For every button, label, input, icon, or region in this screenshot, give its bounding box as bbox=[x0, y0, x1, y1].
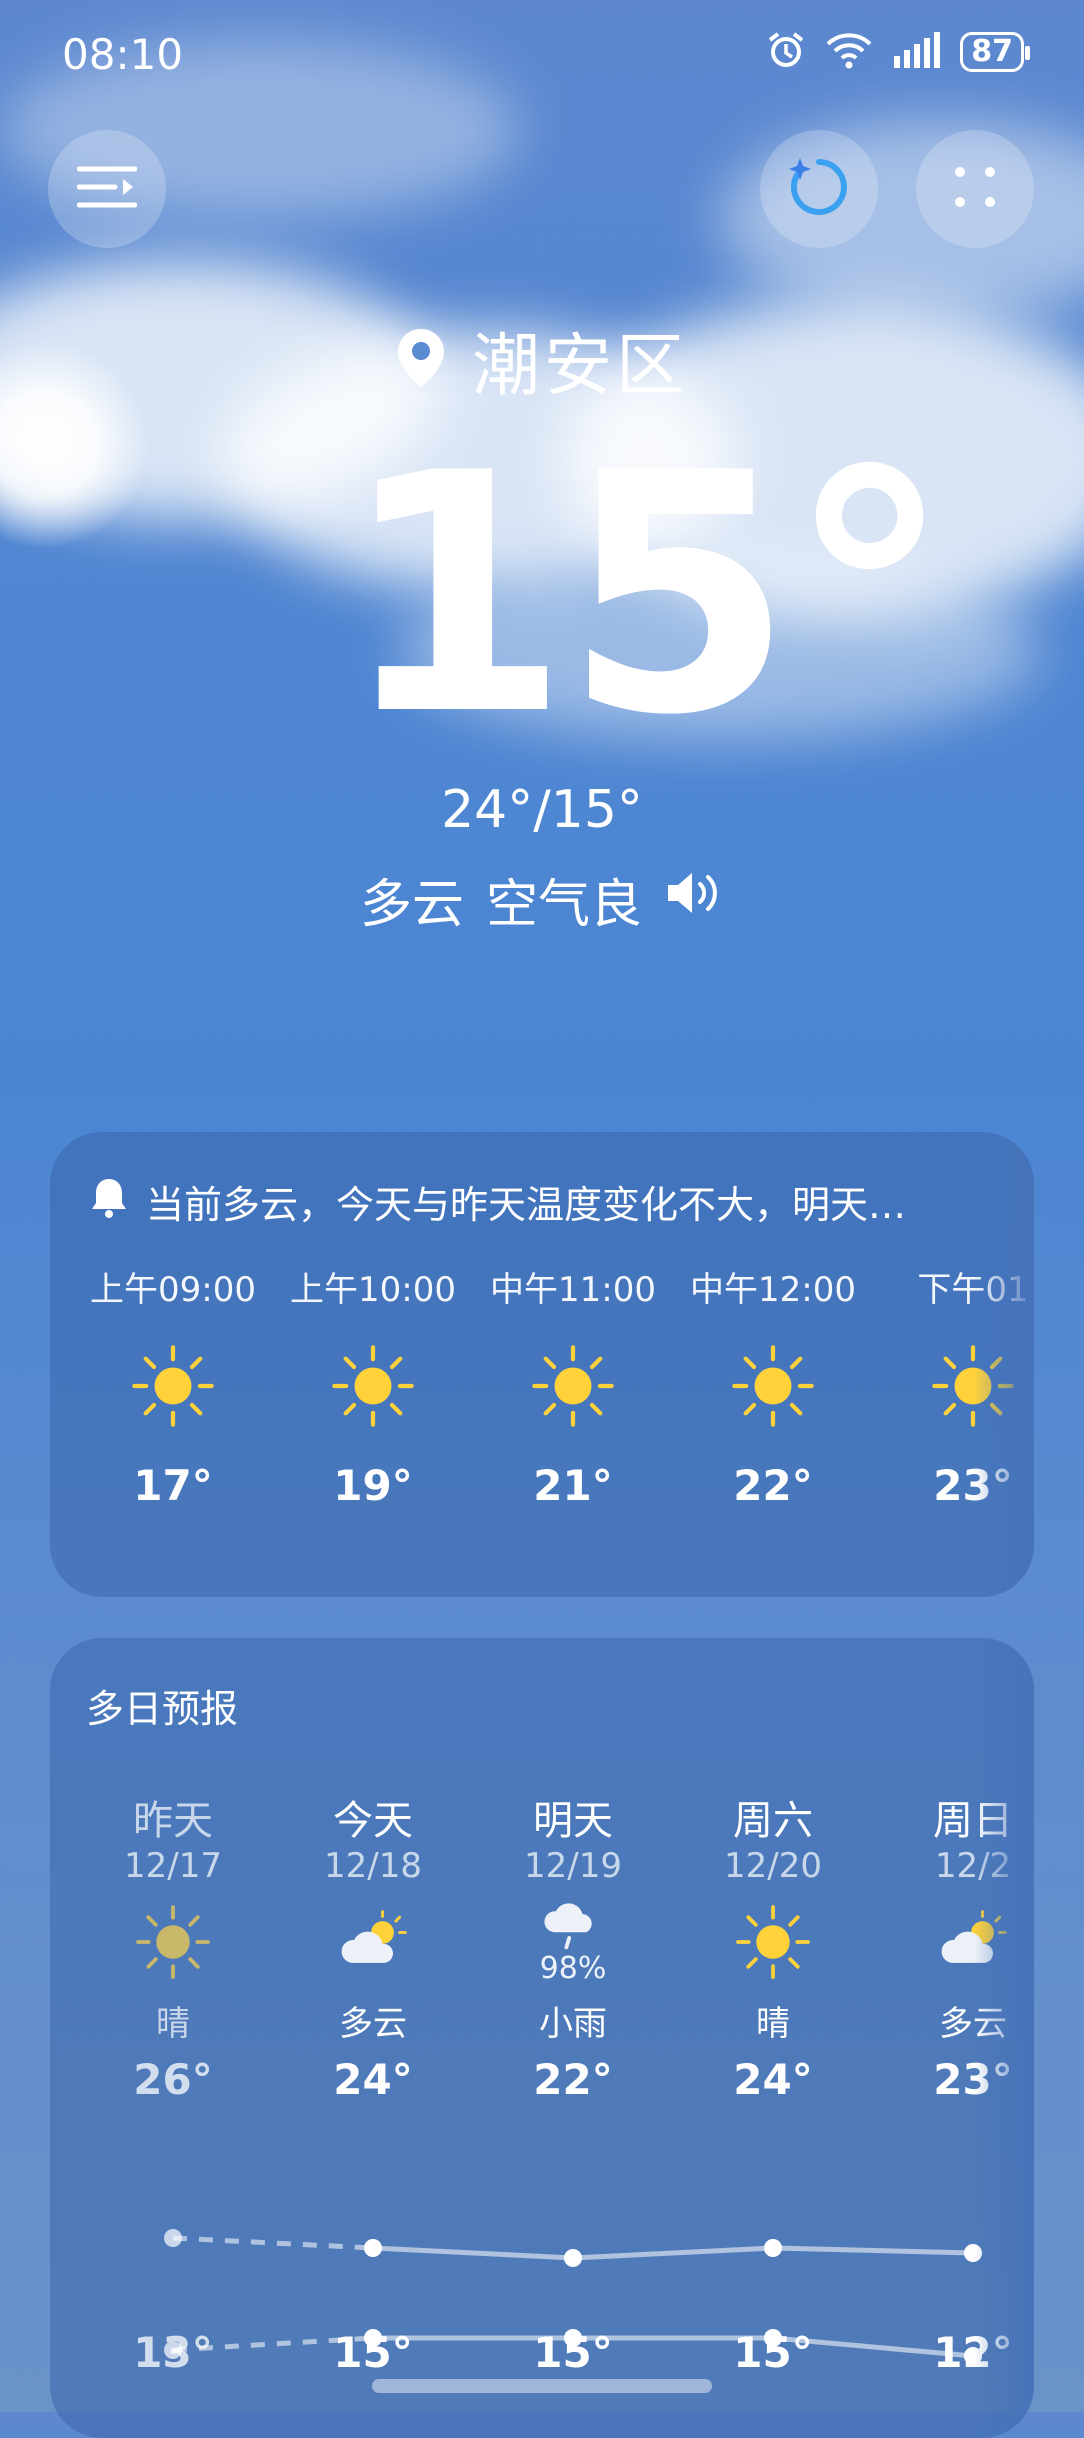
low-temp-point bbox=[564, 2329, 582, 2347]
menu-list-icon bbox=[76, 165, 138, 213]
temperature-trend-chart bbox=[164, 2229, 982, 2365]
hour-item[interactable]: 上午09:00 17° bbox=[73, 1262, 273, 1510]
refresh-button[interactable] bbox=[760, 130, 878, 248]
alarm-icon bbox=[766, 30, 806, 74]
low-temp-segment bbox=[772, 2335, 974, 2359]
daily-forecast-card[interactable]: 多日预报 昨天 12/17 晴 26°13°今天 12/18 多云 24°15°… bbox=[50, 1638, 1034, 2438]
status-bar: 08:10 87 bbox=[0, 0, 1084, 110]
hour-temp: 21° bbox=[533, 1461, 613, 1510]
speaker-icon[interactable] bbox=[664, 868, 724, 931]
home-indicator[interactable] bbox=[372, 2379, 712, 2393]
hour-temp: 19° bbox=[333, 1461, 413, 1510]
high-low-temperature: 24°/15° bbox=[441, 780, 643, 840]
high-temp-segment bbox=[372, 2245, 574, 2261]
sun-icon bbox=[273, 1311, 473, 1461]
wifi-icon bbox=[824, 30, 874, 74]
hour-item[interactable]: 中午11:00 21° bbox=[473, 1262, 673, 1510]
hourly-forecast-card[interactable]: 当前多云，今天与昨天温度变化不大，明天… 上午09:00 17° 上午10:00 … bbox=[50, 1132, 1034, 1597]
low-temp-segment bbox=[172, 2335, 374, 2353]
scroll-fade bbox=[974, 1132, 1034, 1597]
high-temp-point bbox=[364, 2239, 382, 2257]
grid-dots-icon bbox=[950, 162, 1000, 216]
location-pin-icon bbox=[396, 327, 446, 393]
high-temp-segment bbox=[772, 2245, 974, 2256]
sun-icon bbox=[673, 1311, 873, 1461]
high-temp-point bbox=[164, 2229, 182, 2247]
hour-time: 中午11:00 bbox=[490, 1270, 656, 1310]
hour-time: 上午09:00 bbox=[90, 1270, 256, 1310]
current-temperature: 15° bbox=[340, 403, 952, 787]
hour-temp: 17° bbox=[133, 1461, 213, 1510]
condition-row: 多云 空气良 bbox=[0, 862, 1084, 937]
scroll-fade bbox=[974, 1638, 1034, 2438]
hour-time: 中午12:00 bbox=[690, 1270, 856, 1310]
more-apps-button[interactable] bbox=[916, 130, 1034, 248]
hour-time: 上午10:00 bbox=[290, 1270, 456, 1310]
air-quality[interactable]: 空气良 bbox=[486, 862, 642, 937]
signal-icon bbox=[892, 32, 942, 72]
location-header[interactable]: 潮安区 bbox=[0, 310, 1084, 409]
status-icons: 87 bbox=[766, 30, 1030, 74]
hour-item[interactable]: 上午10:00 19° bbox=[273, 1262, 473, 1510]
hour-item[interactable]: 中午12:00 22° bbox=[673, 1262, 873, 1510]
menu-button[interactable] bbox=[48, 130, 166, 248]
status-time: 08:10 bbox=[62, 30, 184, 79]
sun-icon bbox=[73, 1311, 273, 1461]
current-condition: 多云 bbox=[359, 875, 464, 935]
battery-indicator: 87 bbox=[960, 32, 1030, 72]
low-temp-point bbox=[164, 2341, 182, 2359]
high-temp-point bbox=[764, 2239, 782, 2257]
hour-temp: 22° bbox=[733, 1461, 813, 1510]
low-temp-point bbox=[364, 2329, 382, 2347]
low-temp-point bbox=[764, 2329, 782, 2347]
hourly-list[interactable]: 上午09:00 17° 上午10:00 19° 中午11:00 21° 中午12:00… bbox=[50, 1132, 1034, 1597]
sun-icon bbox=[473, 1311, 673, 1461]
refresh-sparkle-icon bbox=[784, 152, 854, 226]
high-temp-point bbox=[564, 2249, 582, 2267]
high-temp-segment bbox=[172, 2235, 374, 2251]
high-temp-segment bbox=[572, 2245, 774, 2261]
location-name: 潮安区 bbox=[471, 327, 688, 406]
